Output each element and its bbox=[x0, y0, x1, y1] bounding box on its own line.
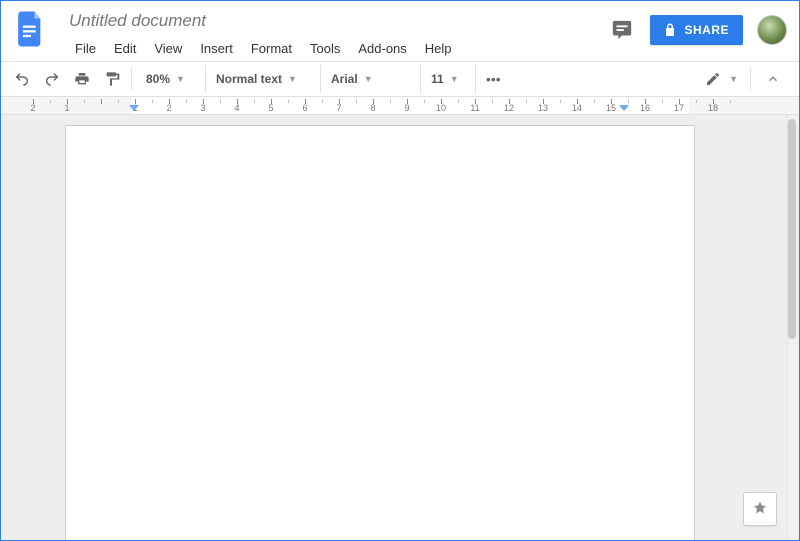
menu-edit[interactable]: Edit bbox=[106, 37, 144, 60]
chevron-down-icon: ▼ bbox=[364, 74, 373, 84]
chevron-down-icon: ▼ bbox=[288, 74, 297, 84]
horizontal-ruler[interactable]: 21123456789101112131415161718 bbox=[1, 97, 799, 115]
toolbar: 80% ▼ Normal text ▼ Arial ▼ 11 ▼ ••• ▼ bbox=[1, 61, 799, 97]
share-button[interactable]: SHARE bbox=[650, 15, 743, 45]
ruler-mark: 2 bbox=[33, 97, 67, 114]
zoom-combo[interactable]: 80% ▼ bbox=[136, 65, 206, 93]
ruler-mark: 3 bbox=[203, 97, 237, 114]
comments-button[interactable] bbox=[608, 16, 636, 44]
chevron-down-icon: ▼ bbox=[450, 74, 459, 84]
print-button[interactable] bbox=[67, 65, 97, 93]
undo-button[interactable] bbox=[7, 65, 37, 93]
chevron-down-icon: ▼ bbox=[176, 74, 185, 84]
docs-app-icon[interactable] bbox=[13, 9, 49, 55]
menu-file[interactable]: File bbox=[67, 37, 104, 60]
left-indent-marker[interactable] bbox=[129, 105, 139, 111]
ruler-mark: 5 bbox=[271, 97, 305, 114]
menu-tools[interactable]: Tools bbox=[302, 37, 348, 60]
title-block: Untitled document File Edit View Insert … bbox=[67, 9, 460, 60]
menu-bar: File Edit View Insert Format Tools Add-o… bbox=[67, 37, 460, 60]
paragraph-style-combo[interactable]: Normal text ▼ bbox=[206, 65, 321, 93]
font-size-value: 11 bbox=[431, 72, 444, 86]
header: Untitled document File Edit View Insert … bbox=[1, 1, 799, 61]
collapse-toolbar-button[interactable] bbox=[759, 65, 787, 93]
zoom-value: 80% bbox=[146, 72, 170, 86]
ruler-mark: 18 bbox=[713, 97, 747, 114]
document-title[interactable]: Untitled document bbox=[67, 9, 460, 35]
account-avatar[interactable] bbox=[757, 15, 787, 45]
editing-mode-combo[interactable]: ▼ bbox=[701, 71, 742, 87]
font-value: Arial bbox=[331, 72, 358, 86]
ruler-mark: 2 bbox=[169, 97, 203, 114]
menu-insert[interactable]: Insert bbox=[192, 37, 241, 60]
header-right: SHARE bbox=[608, 9, 787, 45]
ruler-mark: 6 bbox=[305, 97, 339, 114]
menu-view[interactable]: View bbox=[146, 37, 190, 60]
more-toolbar-button[interactable]: ••• bbox=[476, 71, 511, 87]
font-combo[interactable]: Arial ▼ bbox=[321, 65, 421, 93]
pencil-icon bbox=[705, 71, 721, 87]
vertical-scrollbar[interactable] bbox=[787, 115, 797, 540]
menu-addons[interactable]: Add-ons bbox=[350, 37, 414, 60]
chevron-down-icon: ▼ bbox=[729, 74, 738, 84]
share-label: SHARE bbox=[684, 23, 729, 37]
toolbar-right: ▼ bbox=[701, 65, 793, 93]
lock-icon bbox=[664, 23, 676, 37]
ruler-mark: 1 bbox=[67, 97, 101, 114]
paint-format-button[interactable] bbox=[97, 65, 127, 93]
ruler-mark: 1 bbox=[135, 97, 169, 114]
ruler-mark: 8 bbox=[373, 97, 407, 114]
page[interactable] bbox=[65, 125, 695, 540]
paragraph-style-value: Normal text bbox=[216, 72, 282, 86]
redo-button[interactable] bbox=[37, 65, 67, 93]
menu-help[interactable]: Help bbox=[417, 37, 460, 60]
right-indent-marker[interactable] bbox=[619, 105, 629, 111]
document-canvas bbox=[1, 115, 799, 540]
separator bbox=[750, 68, 751, 90]
explore-button[interactable] bbox=[743, 492, 777, 526]
ruler-mark: 7 bbox=[339, 97, 373, 114]
separator bbox=[131, 68, 132, 90]
font-size-combo[interactable]: 11 ▼ bbox=[421, 65, 476, 93]
menu-format[interactable]: Format bbox=[243, 37, 300, 60]
ruler-mark: 4 bbox=[237, 97, 271, 114]
